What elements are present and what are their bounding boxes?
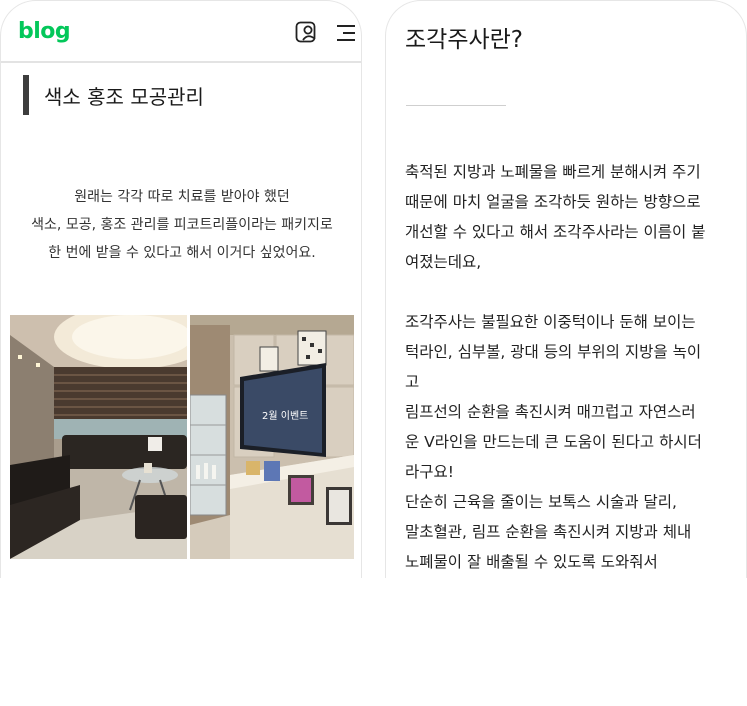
blog-logo[interactable]: blog	[18, 19, 71, 44]
body-line: 축적된 지방과 노폐물을 빠르게 분해시켜 주기	[405, 163, 701, 181]
right-phone-screen: 조각주사란? 축적된 지방과 노폐물을 빠르게 분해시켜 주기 때문에 마치 얼…	[385, 0, 747, 578]
section-title: 조각주사란?	[405, 27, 524, 53]
body-line: 운 V라인을 만드는데 큰 도움이 된다고 하시더	[405, 433, 702, 451]
post-title: 색소 홍조 모공관리	[44, 84, 204, 109]
tv-screen-text: 2월 이벤트	[262, 410, 308, 422]
body-line: 단순히 근육을 줄이는 보톡스 시술과 달리,	[405, 493, 677, 511]
body-line: 턱라인, 심부볼, 광대 등의 부위의 지방을 녹이	[405, 343, 702, 361]
body-line: 때문에 마치 얼굴을 조각하듯 원하는 방향으로	[405, 193, 701, 211]
article-body: 축적된 지방과 노폐물을 빠르게 분해시켜 주기 때문에 마치 얼굴을 조각하듯…	[405, 157, 735, 577]
body-line: 림프선의 순환을 촉진시켜 매끄럽고 자연스러	[405, 403, 696, 421]
intro-line: 한 번에 받을 수 있다고 해서 이거다 싶었어요.	[48, 245, 316, 261]
clinic-reception-tv-photo[interactable]: 2월 이벤트	[190, 315, 354, 559]
clinic-waiting-lounge-photo[interactable]	[10, 315, 187, 559]
title-accent-bar	[23, 75, 29, 115]
body-line: 라구요!	[405, 463, 454, 481]
intro-line: 색소, 모공, 홍조 관리를 피코트리플이라는 패키지로	[31, 217, 333, 233]
intro-line: 원래는 각각 따로 치료를 받아야 했던	[74, 189, 290, 205]
body-line: 말초혈관, 림프 순환을 촉진시켜 지방과 체내	[405, 523, 692, 541]
body-blank-line	[405, 277, 735, 307]
blog-header: blog	[1, 1, 361, 63]
section-divider	[406, 105, 506, 106]
body-line: 조각주사는 불필요한 이중턱이나 둔해 보이는	[405, 313, 696, 331]
body-line: 여졌는데요,	[405, 253, 482, 271]
body-line: 개선할 수 있다고 해서 조각주사라는 이름이 붙	[405, 223, 706, 241]
body-line: 노폐물이 잘 배출될 수 있도록 도와줘서	[405, 553, 658, 571]
intro-text: 원래는 각각 따로 치료를 받아야 했던 색소, 모공, 홍조 관리를 피코트리…	[1, 183, 361, 267]
profile-edit-icon[interactable]	[294, 20, 318, 48]
menu-icon[interactable]	[337, 23, 357, 47]
post-title-block: 색소 홍조 모공관리	[23, 75, 204, 115]
left-phone-screen: blog 색소 홍조 모공관리 원래는 각각 따로 치료를 받아야 했던 색소,…	[0, 0, 362, 578]
body-line: 고	[405, 373, 420, 391]
